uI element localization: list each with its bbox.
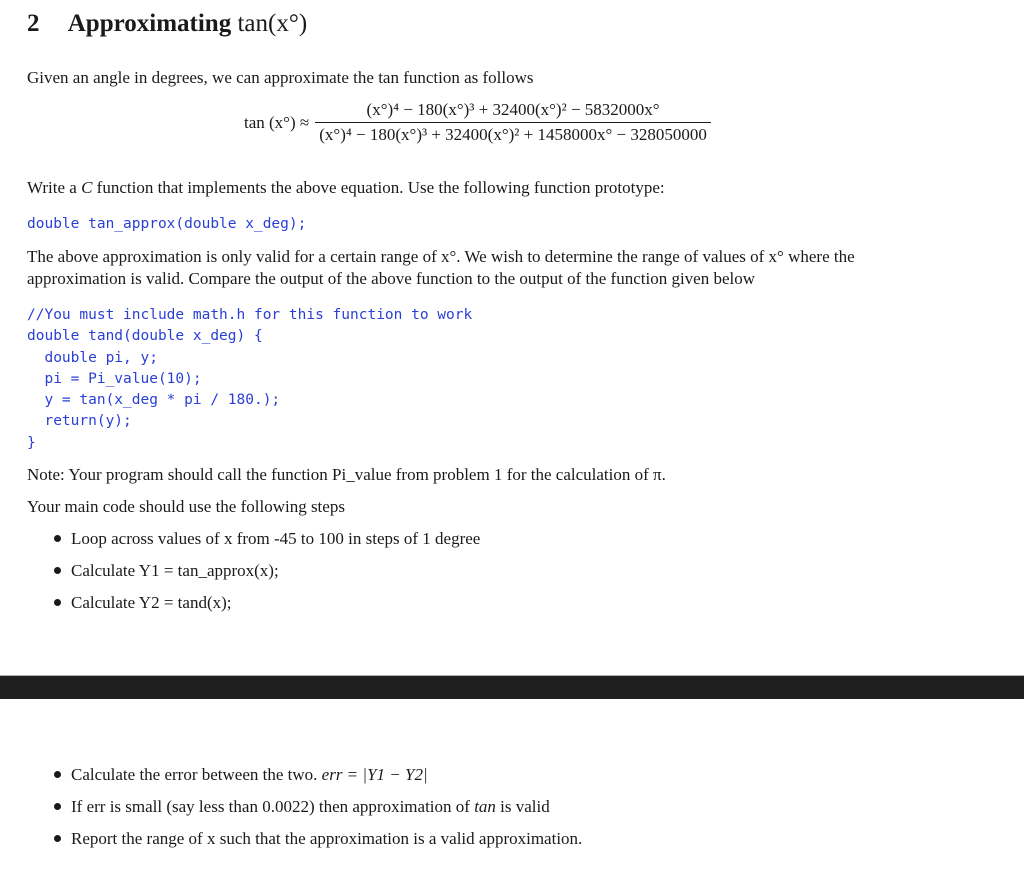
list-item: Calculate the error between the two. err… bbox=[0, 764, 582, 796]
code-line: } bbox=[27, 434, 36, 451]
code-line: return(y); bbox=[27, 413, 132, 430]
note-paragraph: Note: Your program should call the funct… bbox=[27, 465, 666, 484]
list-item: Loop across values of x from -45 to 100 … bbox=[0, 528, 480, 560]
steps-list-part-2: Calculate the error between the two. err… bbox=[0, 764, 582, 860]
list-item: Calculate Y1 = tan_approx(x); bbox=[0, 560, 480, 592]
code-line: pi = Pi_value(10); bbox=[27, 370, 202, 387]
validity-paragraph: The above approximation is only valid fo… bbox=[27, 246, 855, 290]
tan-approximation-equation: tan (x°) ≈ (x°)⁴ − 180(x°)³ + 32400(x°)²… bbox=[244, 100, 711, 145]
validity-line-1: The above approximation is only valid fo… bbox=[27, 247, 855, 266]
list-item: Report the range of x such that the appr… bbox=[0, 828, 582, 860]
equation-fraction: (x°)⁴ − 180(x°)³ + 32400(x°)² − 5832000x… bbox=[315, 100, 711, 145]
equation-numerator: (x°)⁴ − 180(x°)³ + 32400(x°)² − 5832000x… bbox=[366, 100, 660, 119]
instruction-text: Write a bbox=[27, 178, 82, 197]
list-item: If err is small (say less than 0.0022) t… bbox=[0, 796, 582, 828]
code-line: //You must include math.h for this funct… bbox=[27, 307, 473, 323]
instruction-text-rest: function that implements the above equat… bbox=[92, 178, 665, 197]
intro-paragraph: Given an angle in degrees, we can approx… bbox=[27, 68, 534, 87]
equation-lhs: tan (x°) ≈ bbox=[244, 112, 310, 132]
list-item-text: Calculate the error between the two. bbox=[71, 765, 322, 784]
steps-list-part-1: Loop across values of x from -45 to 100 … bbox=[0, 528, 480, 624]
list-item-text: Report the range of x such that the appr… bbox=[71, 829, 583, 848]
error-formula: err = |Y1 − Y2| bbox=[321, 765, 428, 784]
list-item-text-rest: is valid bbox=[495, 797, 550, 816]
list-item-text: Loop across values of x from -45 to 100 … bbox=[71, 529, 481, 548]
bullet-icon bbox=[54, 535, 61, 542]
code-line: double pi, y; bbox=[27, 349, 158, 366]
list-item-text: Calculate Y1 = tan_approx(x); bbox=[71, 561, 279, 580]
equation-denominator: (x°)⁴ − 180(x°)³ + 32400(x°)² + 1458000x… bbox=[319, 125, 707, 144]
code-line: y = tan(x_deg * pi / 180.); bbox=[27, 392, 281, 409]
tan-term: tan bbox=[474, 797, 496, 816]
code-line: double tand(double x_deg) { bbox=[27, 328, 263, 345]
page-break-bar bbox=[0, 675, 1024, 699]
bullet-icon bbox=[54, 567, 61, 574]
list-item-text: Calculate Y2 = tand(x); bbox=[71, 593, 232, 612]
list-item-text: If err is small (say less than 0.0022) t… bbox=[71, 797, 475, 816]
section-number: 2 bbox=[27, 10, 40, 37]
instruction-paragraph: Write a C function that implements the a… bbox=[27, 177, 665, 199]
section-title: Approximating bbox=[67, 10, 232, 37]
bullet-icon bbox=[54, 835, 61, 842]
validity-line-2: approximation is valid. Compare the outp… bbox=[27, 269, 756, 288]
language-name: C bbox=[81, 178, 93, 197]
bullet-icon bbox=[54, 599, 61, 606]
section-title-math: tan(x°) bbox=[237, 10, 308, 37]
bullet-icon bbox=[54, 771, 61, 778]
bullet-icon bbox=[54, 803, 61, 810]
section-heading: 2 Approximating tan(x°) bbox=[27, 10, 307, 38]
function-prototype: double tan_approx(double x_deg); bbox=[27, 216, 307, 232]
main-intro-paragraph: Your main code should use the following … bbox=[27, 497, 345, 516]
list-item: Calculate Y2 = tand(x); bbox=[0, 592, 480, 624]
tand-code-block: //You must include math.h for this funct… bbox=[27, 305, 472, 454]
